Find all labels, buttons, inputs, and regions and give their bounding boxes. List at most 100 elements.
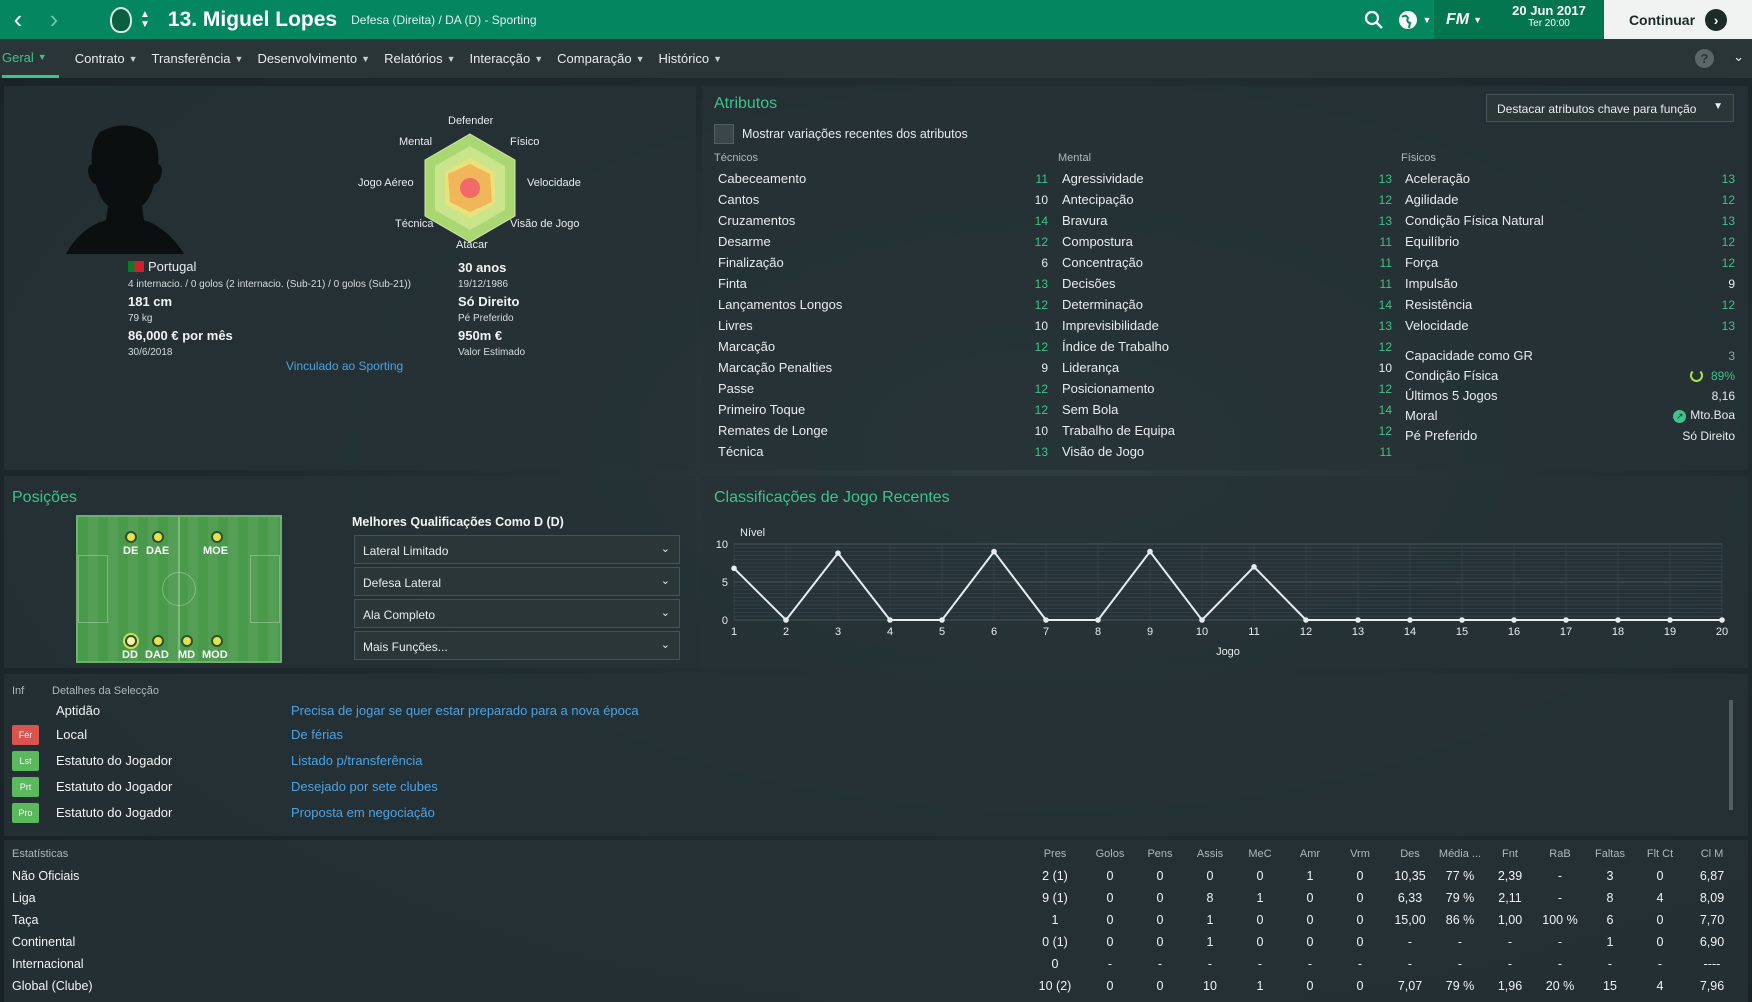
rating-point[interactable] — [1511, 617, 1517, 623]
attribute-row-fisico[interactable]: Equilíbrio 12 — [1405, 231, 1735, 252]
info-detail-link[interactable]: Proposta em negociação — [291, 805, 435, 820]
tab-contrato[interactable]: Contrato ▼ — [75, 39, 150, 78]
attribute-row-mental[interactable]: Visão de Jogo 11 — [1062, 441, 1392, 462]
attribute-row-mental[interactable]: Concentração 11 — [1062, 252, 1392, 273]
attribute-row-mental[interactable]: Imprevisibilidade 13 — [1062, 315, 1392, 336]
tab-geral[interactable]: Geral ▼ — [2, 39, 59, 78]
rating-point[interactable] — [1251, 564, 1257, 570]
role-dropdown-mais-funcoes[interactable]: Mais Funções... ⌄ — [354, 631, 680, 660]
position-moe[interactable] — [211, 531, 223, 543]
stats-column-header[interactable]: Cl M — [1687, 848, 1737, 860]
info-detail-link[interactable]: Desejado por sete clubes — [291, 779, 438, 794]
attribute-row-fisico[interactable]: Força 12 — [1405, 252, 1735, 273]
stats-column-header[interactable]: Vrm — [1335, 848, 1385, 860]
tab-desenvolvimento[interactable]: Desenvolvimento ▼ — [257, 39, 382, 78]
rating-point[interactable] — [731, 565, 737, 572]
role-dropdown-lateral-limitado[interactable]: Lateral Limitado ⌄ — [354, 535, 680, 564]
attribute-row-tecnico[interactable]: Remates de Longe 10 — [718, 420, 1048, 441]
info-row[interactable]: Fér Local De férias — [12, 724, 1732, 748]
attribute-row-mental[interactable]: Bravura 13 — [1062, 210, 1392, 231]
player-switch-icon[interactable]: ▲ ▼ — [140, 9, 150, 30]
position-dae[interactable] — [152, 531, 164, 543]
position-md[interactable] — [181, 635, 193, 647]
info-row[interactable]: Pro Estatuto do Jogador Proposta em negoci… — [12, 802, 1732, 826]
position-mod[interactable] — [211, 635, 223, 647]
attribute-row-mental[interactable]: Liderança 10 — [1062, 357, 1392, 378]
info-detail-link[interactable]: Precisa de jogar se quer estar preparado… — [291, 703, 639, 718]
attribute-row-mental[interactable]: Antecipação 12 — [1062, 189, 1392, 210]
nationality[interactable]: Portugal — [128, 259, 196, 274]
rating-point[interactable] — [1303, 617, 1309, 623]
show-variations-checkbox[interactable] — [714, 124, 734, 144]
rating-point[interactable] — [1043, 617, 1049, 623]
stats-column-header[interactable]: Des — [1385, 848, 1435, 860]
stats-column-header[interactable]: Pres — [1030, 848, 1080, 860]
rating-point[interactable] — [1355, 617, 1361, 623]
info-row[interactable]: Prt Estatuto do Jogador Desejado por sete … — [12, 776, 1732, 800]
linked-club-link[interactable]: Vinculado ao Sporting — [286, 359, 403, 373]
attribute-row-tecnico[interactable]: Primeiro Toque 12 — [718, 399, 1048, 420]
rating-point[interactable] — [1147, 548, 1153, 555]
stats-column-header[interactable]: RaB — [1535, 848, 1585, 860]
stats-column-header[interactable]: MeC — [1235, 848, 1285, 860]
forward-icon[interactable]: › — [36, 0, 72, 39]
stats-column-header[interactable]: Média ... — [1435, 848, 1485, 860]
attribute-row-tecnico[interactable]: Marcação 12 — [718, 336, 1048, 357]
rating-point[interactable] — [1459, 617, 1465, 623]
attribute-row-mental[interactable]: Determinação 14 — [1062, 294, 1392, 315]
rating-point[interactable] — [939, 617, 945, 623]
attribute-row-tecnico[interactable]: Marcação Penalties 9 — [718, 357, 1048, 378]
position-de[interactable] — [125, 531, 137, 543]
attribute-row-fisico[interactable]: Aceleração 13 — [1405, 168, 1735, 189]
chevron-down-icon[interactable]: ⌄ — [1733, 49, 1744, 65]
tab-transferencia[interactable]: Transferência ▼ — [152, 39, 256, 78]
attribute-row-tecnico[interactable]: Cabeceamento 11 — [718, 168, 1048, 189]
tab-interaccao[interactable]: Interacção ▼ — [470, 39, 556, 78]
attribute-row-tecnico[interactable]: Cruzamentos 14 — [718, 210, 1048, 231]
rating-point[interactable] — [1095, 617, 1101, 623]
stats-column-header[interactable]: Amr — [1285, 848, 1335, 860]
attribute-row-fisico[interactable]: Impulsão 9 — [1405, 273, 1735, 294]
attribute-row-fisico[interactable]: Condição Física Natural 13 — [1405, 210, 1735, 231]
attribute-row-tecnico[interactable]: Finta 13 — [718, 273, 1048, 294]
attribute-row-tecnico[interactable]: Cantos 10 — [718, 189, 1048, 210]
info-scrollbar[interactable] — [1729, 700, 1733, 810]
attribute-row-mental[interactable]: Sem Bola 14 — [1062, 399, 1392, 420]
highlight-key-attributes-dropdown[interactable]: Destacar atributos chave para função ▼ — [1486, 94, 1734, 122]
attribute-row-tecnico[interactable]: Lançamentos Longos 12 — [718, 294, 1048, 315]
back-icon[interactable]: ‹ — [0, 0, 36, 39]
help-icon[interactable]: ? — [1695, 49, 1714, 68]
game-date[interactable]: 20 Jun 2017 Ter 20:00 — [1494, 0, 1604, 39]
info-detail-link[interactable]: Listado p/transferência — [291, 753, 423, 768]
fm-menu-button[interactable]: FM ▼ — [1434, 0, 1494, 39]
tab-historico[interactable]: Histórico ▼ — [659, 39, 735, 78]
stats-column-header[interactable]: Assis — [1185, 848, 1235, 860]
position-dad[interactable] — [152, 635, 164, 647]
attribute-row-tecnico[interactable]: Finalização 6 — [718, 252, 1048, 273]
stats-column-header[interactable]: Faltas — [1585, 848, 1635, 860]
rating-point[interactable] — [835, 550, 841, 556]
continue-button[interactable]: Continuar › — [1604, 0, 1752, 39]
position-dd[interactable] — [125, 635, 137, 647]
info-row[interactable]: Lst Estatuto do Jogador Listado p/transfer… — [12, 750, 1732, 774]
rating-point[interactable] — [1199, 617, 1205, 623]
info-row[interactable]: Aptidão Precisa de jogar se quer estar pr… — [12, 700, 1732, 724]
stats-column-header[interactable]: Golos — [1085, 848, 1135, 860]
search-icon[interactable] — [1354, 0, 1394, 39]
attribute-row-mental[interactable]: Agressividade 13 — [1062, 168, 1392, 189]
rating-point[interactable] — [1719, 617, 1725, 623]
rating-point[interactable] — [1407, 617, 1413, 623]
tab-comparacao[interactable]: Comparação ▼ — [557, 39, 656, 78]
attribute-row-tecnico[interactable]: Livres 10 — [718, 315, 1048, 336]
attribute-row-fisico[interactable]: Resistência 12 — [1405, 294, 1735, 315]
rating-point[interactable] — [887, 617, 893, 623]
tab-relatorios[interactable]: Relatórios ▼ — [384, 39, 467, 78]
rating-point[interactable] — [783, 617, 789, 623]
attribute-row-tecnico[interactable]: Passe 12 — [718, 378, 1048, 399]
attribute-row-mental[interactable]: Índice de Trabalho 12 — [1062, 336, 1392, 357]
info-detail-link[interactable]: De férias — [291, 727, 343, 742]
rating-point[interactable] — [1563, 617, 1569, 623]
club-badge-icon[interactable] — [110, 6, 132, 33]
attribute-row-fisico[interactable]: Agilidade 12 — [1405, 189, 1735, 210]
role-dropdown-ala-completo[interactable]: Ala Completo ⌄ — [354, 599, 680, 628]
